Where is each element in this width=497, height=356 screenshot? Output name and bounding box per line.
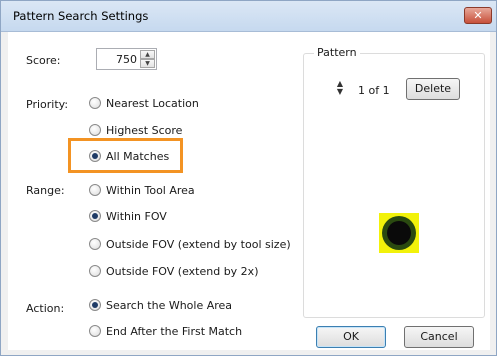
pattern-preview-image bbox=[379, 213, 419, 253]
pattern-center bbox=[387, 221, 411, 245]
title-bar: Pattern Search Settings ✕ bbox=[1, 1, 496, 32]
radio-label: Nearest Location bbox=[106, 96, 199, 110]
priority-label: Priority: bbox=[26, 98, 69, 111]
pattern-count: 1 of 1 bbox=[358, 84, 390, 97]
score-label: Score: bbox=[26, 54, 61, 67]
window-title: Pattern Search Settings bbox=[13, 9, 149, 23]
radio-label: Outside FOV (extend by tool size) bbox=[106, 237, 291, 251]
radio-label: All Matches bbox=[106, 149, 170, 163]
action-label: Action: bbox=[26, 302, 65, 315]
radio-icon[interactable] bbox=[89, 299, 101, 311]
pattern-spinner[interactable]: ▲ ▼ bbox=[333, 80, 347, 98]
radio-icon[interactable] bbox=[89, 184, 101, 196]
radio-icon[interactable] bbox=[89, 238, 101, 250]
radio-icon[interactable] bbox=[89, 150, 101, 162]
radio-label: Highest Score bbox=[106, 123, 183, 137]
range-label: Range: bbox=[26, 184, 65, 197]
pattern-group-title: Pattern bbox=[314, 46, 360, 59]
spin-down-icon[interactable]: ▼ bbox=[333, 88, 347, 96]
radio-nearest-location[interactable]: Nearest Location bbox=[89, 95, 199, 111]
score-down-icon[interactable]: ▼ bbox=[140, 59, 155, 68]
radio-all-matches[interactable]: All Matches bbox=[89, 148, 169, 164]
radio-label: Within Tool Area bbox=[106, 183, 195, 197]
radio-outside-fov-2x[interactable]: Outside FOV (extend by 2x) bbox=[89, 263, 259, 279]
radio-within-fov[interactable]: Within FOV bbox=[89, 208, 167, 224]
score-stepper[interactable]: 750 ▲ ▼ bbox=[96, 48, 157, 70]
radio-icon[interactable] bbox=[89, 265, 101, 277]
radio-label: Search the Whole Area bbox=[106, 298, 233, 312]
cancel-button[interactable]: Cancel bbox=[404, 326, 474, 348]
dialog-body: Score: 750 ▲ ▼ Priority: Nearest Locatio… bbox=[8, 32, 490, 350]
radio-icon[interactable] bbox=[89, 325, 101, 337]
radio-within-tool-area[interactable]: Within Tool Area bbox=[89, 182, 195, 198]
ok-button[interactable]: OK bbox=[316, 326, 386, 348]
radio-label: Outside FOV (extend by 2x) bbox=[106, 264, 259, 278]
close-icon: ✕ bbox=[473, 9, 483, 22]
delete-button[interactable]: Delete bbox=[406, 78, 460, 100]
radio-highest-score[interactable]: Highest Score bbox=[89, 122, 182, 138]
score-value[interactable]: 750 bbox=[116, 53, 137, 66]
radio-outside-fov-tool-size[interactable]: Outside FOV (extend by tool size) bbox=[89, 236, 291, 252]
radio-label: Within FOV bbox=[106, 209, 167, 223]
pattern-search-settings-dialog: Pattern Search Settings ✕ Score: 750 ▲ ▼… bbox=[0, 0, 497, 356]
radio-icon[interactable] bbox=[89, 124, 101, 136]
radio-icon[interactable] bbox=[89, 210, 101, 222]
radio-icon[interactable] bbox=[89, 97, 101, 109]
radio-end-after-first-match[interactable]: End After the First Match bbox=[89, 323, 242, 339]
close-button[interactable]: ✕ bbox=[464, 7, 492, 24]
score-up-icon[interactable]: ▲ bbox=[140, 50, 155, 59]
radio-label: End After the First Match bbox=[106, 324, 243, 338]
radio-search-whole-area[interactable]: Search the Whole Area bbox=[89, 297, 232, 313]
